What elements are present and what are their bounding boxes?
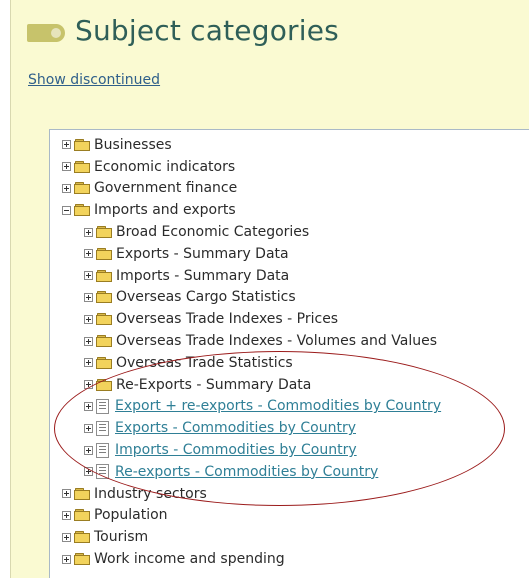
tree-node-tourism[interactable]: Tourism [62,526,441,548]
folder-open-icon [74,204,90,217]
folder-icon [96,269,112,282]
expand-icon[interactable] [62,532,71,542]
folder-icon [74,182,90,195]
expand-icon[interactable] [84,467,93,477]
dataset-link[interactable]: Export + re-exports - Commodities by Cou… [115,399,441,413]
expand-icon[interactable] [84,292,93,302]
table-document-icon [96,464,109,480]
tree-node-label: Overseas Trade Indexes - Prices [116,311,339,328]
tree-node-industry-sectors[interactable]: Industry sectors [62,483,441,505]
expand-icon[interactable] [84,445,93,455]
folder-icon [96,356,112,369]
folder-icon [74,553,90,566]
tree-node-label: Overseas Trade Indexes - Volumes and Val… [116,333,437,350]
tree-node-economic-indicators[interactable]: Economic indicators [62,156,441,178]
dataset-link[interactable]: Imports - Commodities by Country [115,443,357,457]
folder-icon [96,313,112,326]
tree-node-label: Overseas Trade Statistics [116,354,293,371]
category-tab-icon [27,23,65,42]
dataset-link[interactable]: Exports - Commodities by Country [115,421,356,435]
tree-node-label: Industry sectors [94,485,207,502]
expand-icon[interactable] [84,336,93,346]
expand-icon[interactable] [62,510,71,520]
tree-node-exports-summary-data[interactable]: Exports - Summary Data [62,243,441,265]
tree-node-overseas-trade-statistics[interactable]: Overseas Trade Statistics [62,352,441,374]
tree-node-label: Imports - Summary Data [116,267,290,284]
expand-icon[interactable] [62,489,71,499]
tree-node-work-income-and-spending[interactable]: Work income and spending [62,548,441,570]
tree-node-label: Overseas Cargo Statistics [116,289,296,306]
expand-icon[interactable] [84,401,93,411]
category-tree-panel: Businesses Economic indicators Governmen… [49,129,529,578]
table-document-icon [96,420,109,436]
expand-icon[interactable] [84,271,93,281]
page-title: Subject categories [75,14,339,47]
tree-node-label: Government finance [94,180,238,197]
tree-node-trade-indexes-volumes[interactable]: Overseas Trade Indexes - Volumes and Val… [62,330,441,352]
tree-node-reexports-summary-data[interactable]: Re-Exports - Summary Data [62,374,441,396]
table-document-icon [96,442,109,458]
tree-node-label: Re-Exports - Summary Data [116,376,312,393]
category-tree: Businesses Economic indicators Governmen… [62,134,441,570]
tree-node-imports-summary-data[interactable]: Imports - Summary Data [62,265,441,287]
collapse-icon[interactable] [62,205,71,215]
expand-icon[interactable] [84,227,93,237]
tree-node-broad-economic-categories[interactable]: Broad Economic Categories [62,221,441,243]
expand-icon[interactable] [84,314,93,324]
folder-icon [96,291,112,304]
tree-node-label: Economic indicators [94,158,236,175]
expand-icon[interactable] [84,249,93,259]
tree-node-reexports-commodities[interactable]: Re-exports - Commodities by Country [62,461,441,483]
folder-icon [74,487,90,500]
tree-node-label: Exports - Summary Data [116,245,289,262]
tree-node-imports-and-exports[interactable]: Imports and exports [62,199,441,221]
expand-icon[interactable] [84,358,93,368]
tree-node-trade-indexes-prices[interactable]: Overseas Trade Indexes - Prices [62,308,441,330]
imports-exports-children: Broad Economic Categories Exports - Summ… [62,221,441,483]
tree-node-label: Broad Economic Categories [116,224,310,241]
expand-icon[interactable] [84,423,93,433]
dataset-link[interactable]: Re-exports - Commodities by Country [115,465,378,479]
table-document-icon [96,398,109,414]
folder-icon [96,226,112,239]
tree-node-export-reexports-commodities[interactable]: Export + re-exports - Commodities by Cou… [62,396,441,418]
tree-node-overseas-cargo-statistics[interactable]: Overseas Cargo Statistics [62,287,441,309]
folder-icon [96,247,112,260]
folder-icon [74,160,90,173]
folder-icon [74,531,90,544]
tree-node-exports-commodities[interactable]: Exports - Commodities by Country [62,417,441,439]
folder-icon [96,335,112,348]
tree-node-label: Tourism [94,529,149,546]
tree-node-government-finance[interactable]: Government finance [62,178,441,200]
tree-node-label: Population [94,507,168,524]
subject-categories-panel: Subject categories Show discontinued Bus… [10,0,529,578]
tree-node-imports-commodities[interactable]: Imports - Commodities by Country [62,439,441,461]
expand-icon[interactable] [62,183,71,193]
show-discontinued-link[interactable]: Show discontinued [28,72,160,88]
folder-icon [96,378,112,391]
expand-icon[interactable] [62,140,71,150]
expand-icon[interactable] [84,380,93,390]
expand-icon[interactable] [62,554,71,564]
panel-header: Subject categories [27,14,339,47]
tree-node-label: Businesses [94,136,172,153]
tree-node-population[interactable]: Population [62,505,441,527]
folder-icon [74,509,90,522]
tree-node-businesses[interactable]: Businesses [62,134,441,156]
tree-node-label: Work income and spending [94,551,285,568]
tree-node-label: Imports and exports [94,202,236,219]
expand-icon[interactable] [62,162,71,172]
folder-icon [74,138,90,151]
